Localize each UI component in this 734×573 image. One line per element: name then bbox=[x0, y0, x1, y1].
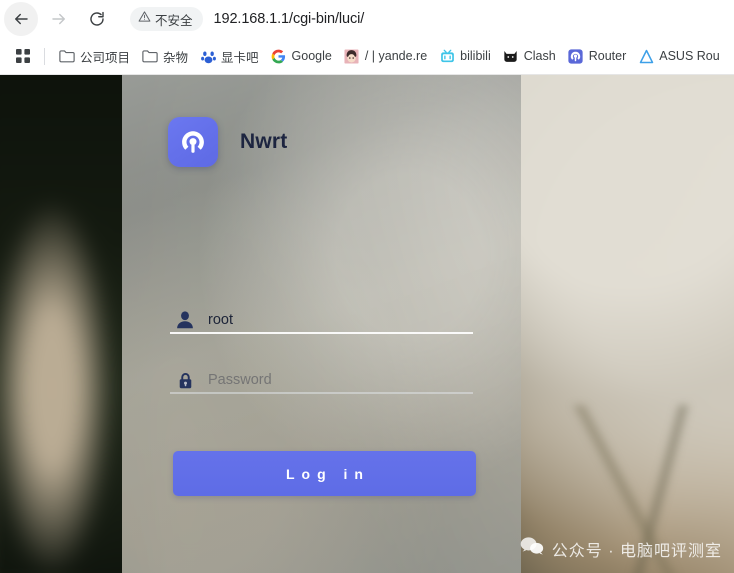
wechat-icon bbox=[520, 536, 544, 561]
bookmark-label: 公司项目 bbox=[80, 50, 131, 65]
username-field[interactable] bbox=[170, 297, 473, 343]
bookmark-item-asus-router[interactable]: ASUS Rou bbox=[632, 45, 725, 67]
lock-icon bbox=[170, 365, 200, 395]
bookmark-item-google[interactable]: Google bbox=[265, 45, 338, 67]
bilibili-tv-icon bbox=[439, 48, 455, 64]
security-status-label: 不安全 bbox=[155, 13, 193, 28]
security-status-chip[interactable]: 不安全 bbox=[130, 7, 203, 31]
login-button[interactable]: Log in bbox=[173, 451, 476, 496]
watermark: 公众号 · 电脑吧评测室 bbox=[520, 536, 722, 561]
bookmark-item-router[interactable]: Router bbox=[562, 45, 633, 67]
page-viewport: Nwrt root Log in 公众号 · 电脑吧评测室 bbox=[0, 75, 734, 573]
password-field[interactable] bbox=[170, 357, 473, 403]
bookmark-item-clash[interactable]: Clash bbox=[497, 45, 562, 67]
forward-button[interactable] bbox=[42, 2, 76, 36]
folder-icon bbox=[59, 48, 75, 64]
google-g-icon bbox=[271, 48, 287, 64]
watermark-text: 公众号 · 电脑吧评测室 bbox=[551, 542, 722, 560]
bookmarks-separator bbox=[44, 47, 45, 65]
username-underline bbox=[170, 332, 473, 334]
bookmark-item-bilibili[interactable]: bilibili bbox=[433, 45, 497, 67]
username-input[interactable] bbox=[208, 305, 473, 335]
apps-grid-icon[interactable] bbox=[10, 43, 36, 69]
openwrt-logo-icon bbox=[168, 117, 218, 167]
login-panel: Nwrt root Log in bbox=[122, 75, 521, 573]
bookmark-label: / | yande.re bbox=[364, 49, 428, 63]
asus-triangle-icon bbox=[638, 48, 654, 64]
back-button[interactable] bbox=[4, 2, 38, 36]
brand-title: Nwrt bbox=[240, 130, 288, 153]
password-input[interactable] bbox=[208, 365, 473, 395]
url-text: 192.168.1.1/cgi-bin/luci/ bbox=[213, 11, 365, 27]
bookmark-label: ASUS Rou bbox=[659, 49, 720, 63]
chrome-divider bbox=[0, 74, 734, 75]
browser-window: Nwrt root Log in 公众号 · 电脑吧评测室 不安全 192.16… bbox=[0, 0, 734, 573]
bookmark-label: 显卡吧 bbox=[221, 50, 259, 65]
address-bar[interactable]: 不安全 192.168.1.1/cgi-bin/luci/ bbox=[126, 4, 734, 34]
bookmarks-bar: 公司项目 杂物 显卡吧 Google / | yande.re bilibili… bbox=[0, 38, 734, 74]
bookmark-label: bilibili bbox=[460, 49, 491, 63]
bookmark-item-tieba[interactable]: 显卡吧 bbox=[194, 44, 265, 69]
yandere-icon bbox=[344, 48, 360, 64]
bookmark-item-yandere[interactable]: / | yande.re bbox=[338, 45, 433, 67]
brand: Nwrt bbox=[168, 117, 287, 167]
bookmark-label: Clash bbox=[523, 49, 556, 63]
bookmark-item-misc[interactable]: 杂物 bbox=[136, 44, 194, 69]
openwrt-icon bbox=[568, 48, 584, 64]
warning-triangle-icon bbox=[138, 10, 151, 28]
user-icon bbox=[170, 305, 200, 335]
password-underline bbox=[170, 392, 473, 394]
reload-button[interactable] bbox=[80, 2, 114, 36]
clash-cat-icon bbox=[503, 48, 519, 64]
folder-icon bbox=[142, 48, 158, 64]
bookmark-label: Router bbox=[588, 49, 627, 63]
bookmark-item-company-projects[interactable]: 公司项目 bbox=[53, 44, 136, 69]
browser-toolbar: 不安全 192.168.1.1/cgi-bin/luci/ bbox=[0, 0, 734, 38]
bookmark-label: 杂物 bbox=[163, 50, 189, 65]
tieba-paw-icon bbox=[200, 48, 216, 64]
bookmark-label: Google bbox=[291, 49, 332, 63]
browser-chrome: 不安全 192.168.1.1/cgi-bin/luci/ 公司项目 杂物 显卡… bbox=[0, 0, 734, 75]
